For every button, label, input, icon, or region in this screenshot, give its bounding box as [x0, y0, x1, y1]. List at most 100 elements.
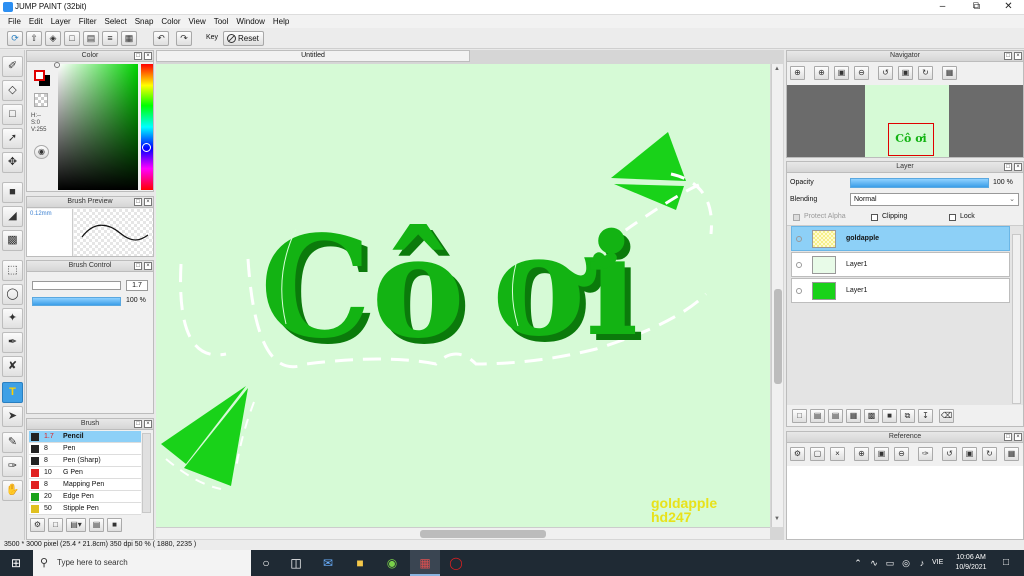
- panel-float-icon[interactable]: □: [134, 198, 142, 206]
- network-icon[interactable]: ∿: [866, 555, 882, 571]
- minimize-icon[interactable]: –: [926, 0, 959, 15]
- navigator-view-rect[interactable]: Cô ơi: [888, 123, 934, 156]
- panel-float-icon[interactable]: □: [134, 52, 142, 60]
- document-icon[interactable]: ▤: [83, 31, 99, 46]
- fill-rect-tool-icon[interactable]: ■: [2, 182, 23, 203]
- menu-tool[interactable]: Tool: [210, 15, 233, 28]
- visibility-icon[interactable]: [796, 236, 802, 242]
- sync-icon[interactable]: ⟳: [7, 31, 23, 46]
- menu-snap[interactable]: Snap: [131, 15, 158, 28]
- brush-menu-icon[interactable]: ▤▾: [66, 518, 86, 532]
- select-pen-tool-icon[interactable]: ✒: [2, 332, 23, 353]
- store-icon[interactable]: ■: [352, 555, 368, 571]
- saturation-value-picker[interactable]: [58, 64, 138, 190]
- select-eraser-tool-icon[interactable]: ✘: [2, 356, 23, 377]
- brush-folder-icon[interactable]: ■: [107, 518, 122, 532]
- nav-zoom-out-icon[interactable]: ⊖: [854, 66, 869, 80]
- line-tool-icon[interactable]: ➚: [2, 128, 23, 149]
- menu-filter[interactable]: Filter: [75, 15, 101, 28]
- new-layer-icon[interactable]: □: [792, 409, 807, 423]
- delete-layer-icon[interactable]: ⌫: [939, 409, 954, 423]
- notification-icon[interactable]: □: [998, 555, 1014, 571]
- ref-open-icon[interactable]: ▢: [810, 447, 825, 461]
- vertical-scrollbar[interactable]: ▲ ▼: [771, 64, 783, 527]
- menu-help[interactable]: Help: [269, 15, 293, 28]
- panel-float-icon[interactable]: □: [1004, 52, 1012, 60]
- operation-tool-icon[interactable]: ➤: [2, 406, 23, 427]
- protect-alpha-checkbox[interactable]: [793, 214, 800, 221]
- sv-cursor[interactable]: [54, 62, 60, 68]
- duplicate-layer-icon[interactable]: ⧉: [900, 409, 915, 423]
- blending-select[interactable]: Normal ⌄: [850, 193, 1019, 206]
- lock-checkbox[interactable]: [949, 214, 956, 221]
- ref-eyedropper-icon[interactable]: ✑: [918, 447, 933, 461]
- ref-close-icon[interactable]: ×: [830, 447, 845, 461]
- clock[interactable]: 10:06 AM 10/9/2021: [953, 553, 989, 573]
- panel-close-icon[interactable]: ×: [1014, 163, 1022, 171]
- reference-viewport[interactable]: [787, 466, 1023, 539]
- menu-file[interactable]: File: [4, 15, 25, 28]
- panel-close-icon[interactable]: ×: [144, 52, 152, 60]
- layer-row-goldapple[interactable]: goldapple: [791, 226, 1010, 251]
- drawing-canvas[interactable]: Cô ơi Cô ơi goldapple hd247: [156, 64, 770, 527]
- redo-icon[interactable]: ↷: [176, 31, 192, 46]
- windows-start-icon[interactable]: ⊞: [8, 555, 24, 571]
- ref-mirror-icon[interactable]: ▦: [1004, 447, 1019, 461]
- gradient-tool-icon[interactable]: ▩: [2, 230, 23, 251]
- message-icon[interactable]: □: [64, 31, 80, 46]
- brush-item-pen-sharp[interactable]: 8 Pen (Sharp): [29, 455, 141, 467]
- magic-wand-tool-icon[interactable]: ✦: [2, 308, 23, 329]
- panel-close-icon[interactable]: ×: [1014, 433, 1022, 441]
- eyedropper-tool-icon[interactable]: ✑: [2, 456, 23, 477]
- browser-icon[interactable]: ◉: [384, 555, 400, 571]
- menu-color[interactable]: Color: [157, 15, 184, 28]
- layer-list-scrollbar[interactable]: [1012, 234, 1021, 404]
- scroll-up-icon[interactable]: ▲: [774, 66, 780, 72]
- menu-view[interactable]: View: [185, 15, 210, 28]
- menu-window[interactable]: Window: [232, 15, 268, 28]
- document-tab[interactable]: Untitled: [156, 50, 470, 62]
- brush-size-value[interactable]: 1.7: [126, 280, 148, 291]
- ref-settings-icon[interactable]: ⚙: [790, 447, 805, 461]
- grid-list-icon[interactable]: ▦: [121, 31, 137, 46]
- panel-float-icon[interactable]: □: [134, 420, 142, 428]
- bucket-tool-icon[interactable]: ◢: [2, 206, 23, 227]
- vertical-scroll-thumb[interactable]: [774, 289, 782, 384]
- ref-rotate-left-icon[interactable]: ↺: [942, 447, 957, 461]
- ref-actual-size-icon[interactable]: ▣: [874, 447, 889, 461]
- horizontal-scrollbar[interactable]: [156, 527, 770, 539]
- brush-tool-icon[interactable]: ✐: [2, 56, 23, 77]
- brush-size-slider[interactable]: [32, 281, 121, 290]
- volume-icon[interactable]: ♪: [914, 555, 930, 571]
- task-view-icon[interactable]: ◫: [288, 555, 304, 571]
- brush-item-stipple-pen[interactable]: 50 Stipple Pen: [29, 503, 141, 515]
- foreground-color-swatch[interactable]: [34, 70, 45, 81]
- brush-settings-icon[interactable]: ⚙: [30, 518, 45, 532]
- layer-row-layer1[interactable]: Layer1: [791, 252, 1010, 277]
- panel-close-icon[interactable]: ×: [144, 198, 152, 206]
- clipping-checkbox[interactable]: [871, 214, 878, 221]
- ref-flip-icon[interactable]: ▣: [962, 447, 977, 461]
- layer-row-layer1-2[interactable]: Layer1: [791, 278, 1010, 303]
- ref-zoom-in-icon[interactable]: ⊕: [854, 447, 869, 461]
- nav-mirror-icon[interactable]: ▦: [942, 66, 957, 80]
- cortana-icon[interactable]: ○: [258, 555, 274, 571]
- transparent-color-swatch[interactable]: [34, 93, 48, 107]
- panel-close-icon[interactable]: ×: [1014, 52, 1022, 60]
- opera-icon[interactable]: ◯: [448, 555, 464, 571]
- menu-select[interactable]: Select: [100, 15, 130, 28]
- mail-icon[interactable]: ✉: [320, 555, 336, 571]
- panel-float-icon[interactable]: □: [1004, 433, 1012, 441]
- new-raster-layer-icon[interactable]: ▤: [828, 409, 843, 423]
- list-icon[interactable]: ≡: [102, 31, 118, 46]
- brush-item-pencil[interactable]: 1.7 Pencil: [29, 431, 141, 443]
- panel-float-icon[interactable]: □: [134, 262, 142, 270]
- move-tool-icon[interactable]: ✥: [2, 152, 23, 173]
- ref-rotate-right-icon[interactable]: ↻: [982, 447, 997, 461]
- hue-slider[interactable]: [141, 64, 153, 190]
- palette-icon[interactable]: ◉: [34, 145, 49, 159]
- lasso-tool-icon[interactable]: ◯: [2, 284, 23, 305]
- language-indicator[interactable]: VIE: [932, 559, 943, 566]
- wifi-icon[interactable]: ◎: [898, 555, 914, 571]
- text-tool-icon[interactable]: T: [2, 382, 23, 403]
